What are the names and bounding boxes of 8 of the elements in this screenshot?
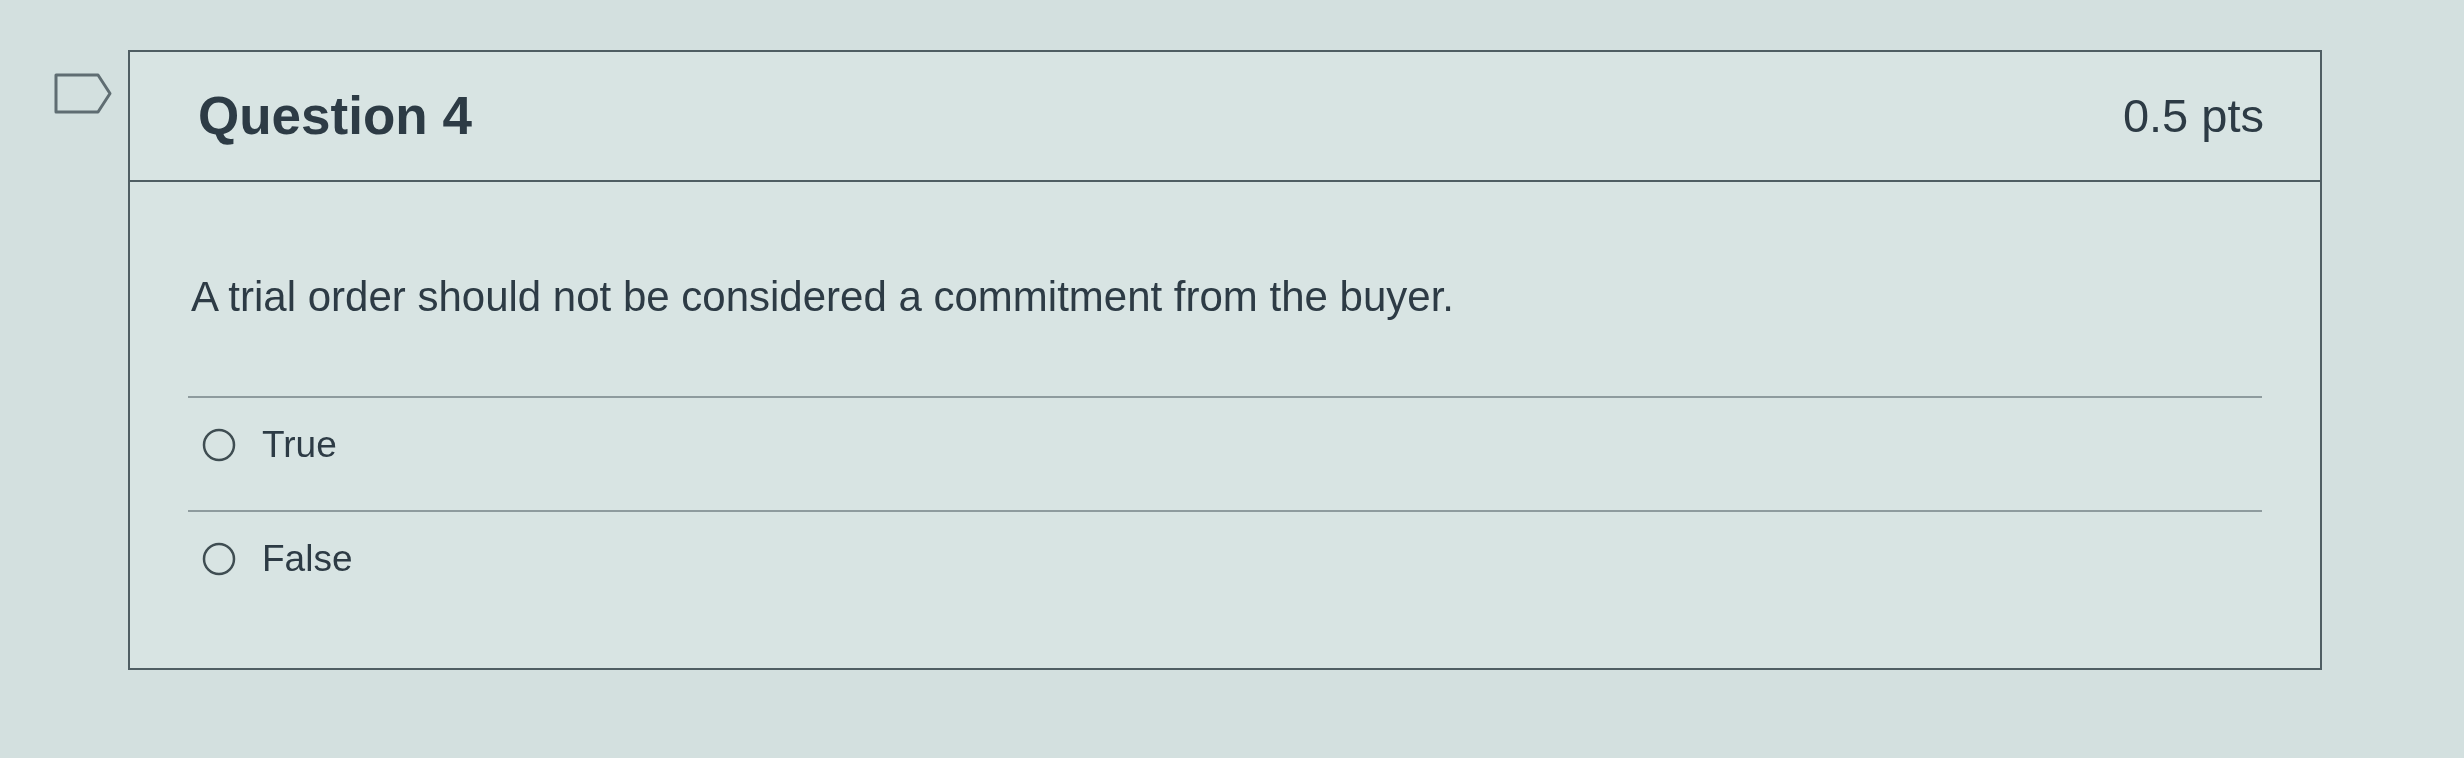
radio-button[interactable] xyxy=(202,428,236,462)
question-points: 0.5 pts xyxy=(2122,88,2264,143)
answer-label[interactable]: False xyxy=(262,538,353,580)
question-title: Question 4 xyxy=(198,85,472,147)
flag-icon[interactable] xyxy=(54,73,112,114)
answer-label[interactable]: True xyxy=(262,424,337,466)
radio-button[interactable] xyxy=(202,542,236,576)
question-text: A trial order should not be considered a commitment from the buyer. xyxy=(190,272,1455,322)
